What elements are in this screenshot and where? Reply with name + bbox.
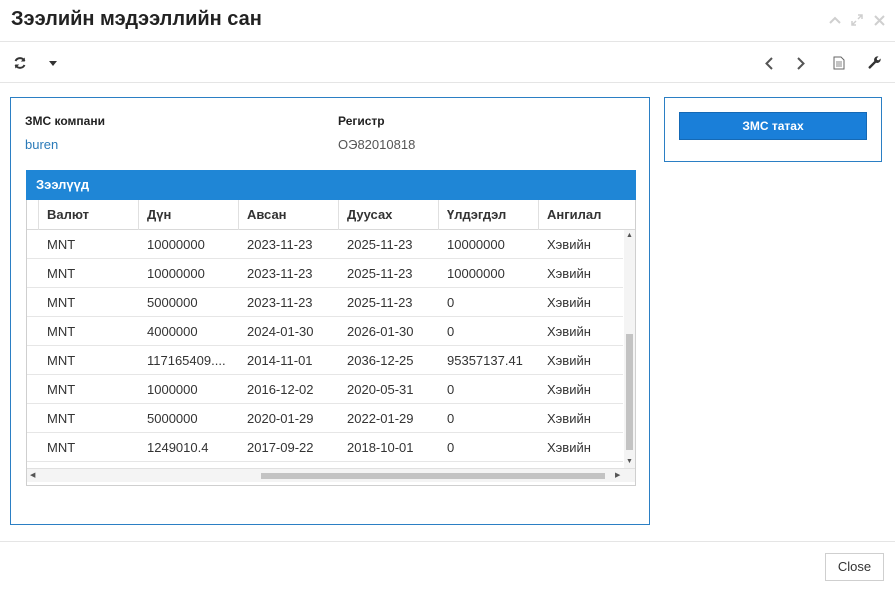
table-cell: 95357137.41	[447, 353, 523, 368]
dialog-title: Зээлийн мэдээллийн сан	[11, 8, 262, 30]
table-cell: 2020-05-31	[347, 382, 414, 397]
table-cell: 1249010.4	[147, 440, 209, 455]
column-header[interactable]: Валют	[38, 200, 139, 230]
table-cell: 2020-01-29	[247, 411, 314, 426]
column-header[interactable]: Авсан	[238, 200, 339, 230]
toolbar	[0, 42, 895, 83]
table-cell: MNT	[47, 353, 76, 368]
vertical-scrollbar[interactable]: ▲ ▼	[624, 230, 635, 468]
table-row[interactable]: MNT 117165409.... 2014-11-01 2036-12-25 …	[27, 346, 623, 375]
grid-body: MNT 10000000 2023-11-23 2025-11-23 10000…	[27, 230, 623, 468]
horizontal-scroll-thumb[interactable]	[261, 473, 605, 479]
table-cell: 2023-11-23	[247, 266, 313, 281]
side-panel: ЗМС татах	[664, 97, 882, 162]
table-cell: 10000000	[447, 237, 505, 252]
dialog-titlebar: Зээлийн мэдээллийн сан	[0, 0, 895, 42]
table-cell: MNT	[47, 411, 76, 426]
table-row[interactable]: MNT 5000000 2023-11-23 2025-11-23 0 Хэви…	[27, 288, 623, 317]
table-cell: 2025-11-23	[347, 266, 413, 281]
scroll-left-icon[interactable]: ◀	[30, 472, 35, 480]
chevron-right-icon[interactable]	[790, 52, 812, 74]
company-label: ЗМС компани	[25, 114, 105, 128]
scroll-up-icon[interactable]: ▲	[626, 232, 633, 240]
table-cell: MNT	[47, 295, 76, 310]
table-cell: 2025-11-23	[347, 237, 413, 252]
table-cell: 4000000	[147, 324, 198, 339]
table-cell: 0	[447, 295, 455, 310]
table-cell: 2016-12-02	[247, 382, 314, 397]
caret-down-icon[interactable]	[42, 52, 64, 74]
table-cell: 2023-11-23	[247, 237, 313, 252]
table-row[interactable]: MNT 1000000 2016-12-02 2020-05-31 0 Хэви…	[27, 375, 623, 404]
table-cell: MNT	[47, 324, 76, 339]
table-cell: 10000000	[447, 266, 505, 281]
table-cell: 2023-11-23	[247, 295, 313, 310]
table-row[interactable]: MNT 4000000 2024-01-30 2026-01-30 0 Хэви…	[27, 317, 623, 346]
refresh-icon[interactable]	[9, 52, 31, 74]
table-cell: 0	[447, 382, 455, 397]
table-row[interactable]: MNT 5000000 2020-01-29 2022-01-29 0 Хэви…	[27, 404, 623, 433]
table-row[interactable]: MNT 10000000 2023-11-23 2025-11-23 10000…	[27, 230, 623, 259]
table-row[interactable]: MNT 10000000 2023-11-23 2025-11-23 10000…	[27, 259, 623, 288]
column-header[interactable]: Ангилал	[538, 200, 635, 230]
register-value: ОЭ82010818	[338, 137, 416, 152]
table-cell: 2025-11-23	[347, 295, 413, 310]
register-label: Регистр	[338, 114, 385, 128]
maximize-icon[interactable]	[848, 11, 866, 29]
company-link[interactable]: buren	[25, 137, 58, 152]
chevron-left-icon[interactable]	[758, 52, 780, 74]
table-cell: MNT	[47, 266, 76, 281]
table-cell: 10000000	[147, 237, 205, 252]
collapse-icon[interactable]	[826, 11, 844, 29]
table-cell: Хэвийн	[547, 237, 591, 252]
table-cell: 0	[447, 411, 455, 426]
table-cell: MNT	[47, 237, 76, 252]
scroll-down-icon[interactable]: ▼	[626, 458, 633, 466]
close-icon[interactable]	[870, 11, 888, 29]
table-row[interactable]: MNT 1249010.4 2017-09-22 2018-10-01 0 Хэ…	[27, 433, 623, 462]
scroll-right-icon[interactable]: ▶	[615, 472, 620, 480]
table-cell: Хэвийн	[547, 295, 591, 310]
table-cell: MNT	[47, 440, 76, 455]
column-header[interactable]: Дүн	[138, 200, 239, 230]
table-cell: 2026-01-30	[347, 324, 414, 339]
column-header[interactable]: Үлдэгдэл	[438, 200, 539, 230]
table-cell: 2022-01-29	[347, 411, 414, 426]
grid-title: Зээлүүд	[26, 170, 636, 200]
table-cell: 2024-01-30	[247, 324, 314, 339]
vertical-scroll-thumb[interactable]	[626, 334, 633, 450]
table-cell: 5000000	[147, 295, 198, 310]
table-cell: 2014-11-01	[247, 353, 313, 368]
table-cell: 2036-12-25	[347, 353, 414, 368]
grid-header: Валют Дүн Авсан Дуусах Үлдэгдэл Ангилал	[27, 200, 635, 230]
loans-grid: Зээлүүд Валют Дүн Авсан Дуусах Үлдэгдэл …	[26, 170, 636, 486]
close-button[interactable]: Close	[825, 553, 884, 581]
dialog-footer: Close	[0, 541, 895, 591]
zms-fetch-button[interactable]: ЗМС татах	[679, 112, 867, 140]
table-cell: Хэвийн	[547, 266, 591, 281]
credit-info-panel: ЗМС компани buren Регистр ОЭ82010818 Зээ…	[10, 97, 650, 525]
table-cell: Хэвийн	[547, 382, 591, 397]
table-cell: Хэвийн	[547, 411, 591, 426]
table-cell: Хэвийн	[547, 324, 591, 339]
horizontal-scrollbar[interactable]: ◀ ▶	[27, 468, 635, 482]
table-cell: 2018-10-01	[347, 440, 414, 455]
table-cell: 2017-09-22	[247, 440, 314, 455]
wrench-icon[interactable]	[864, 52, 886, 74]
table-cell: 1000000	[147, 382, 198, 397]
table-cell: 10000000	[147, 266, 205, 281]
table-cell: Хэвийн	[547, 440, 591, 455]
document-icon[interactable]	[828, 52, 850, 74]
column-header[interactable]: Дуусах	[338, 200, 439, 230]
table-cell: MNT	[47, 382, 76, 397]
table-cell: 117165409....	[147, 353, 226, 368]
table-cell: 0	[447, 324, 455, 339]
table-cell: 0	[447, 440, 455, 455]
table-cell: 5000000	[147, 411, 198, 426]
table-cell: Хэвийн	[547, 353, 591, 368]
